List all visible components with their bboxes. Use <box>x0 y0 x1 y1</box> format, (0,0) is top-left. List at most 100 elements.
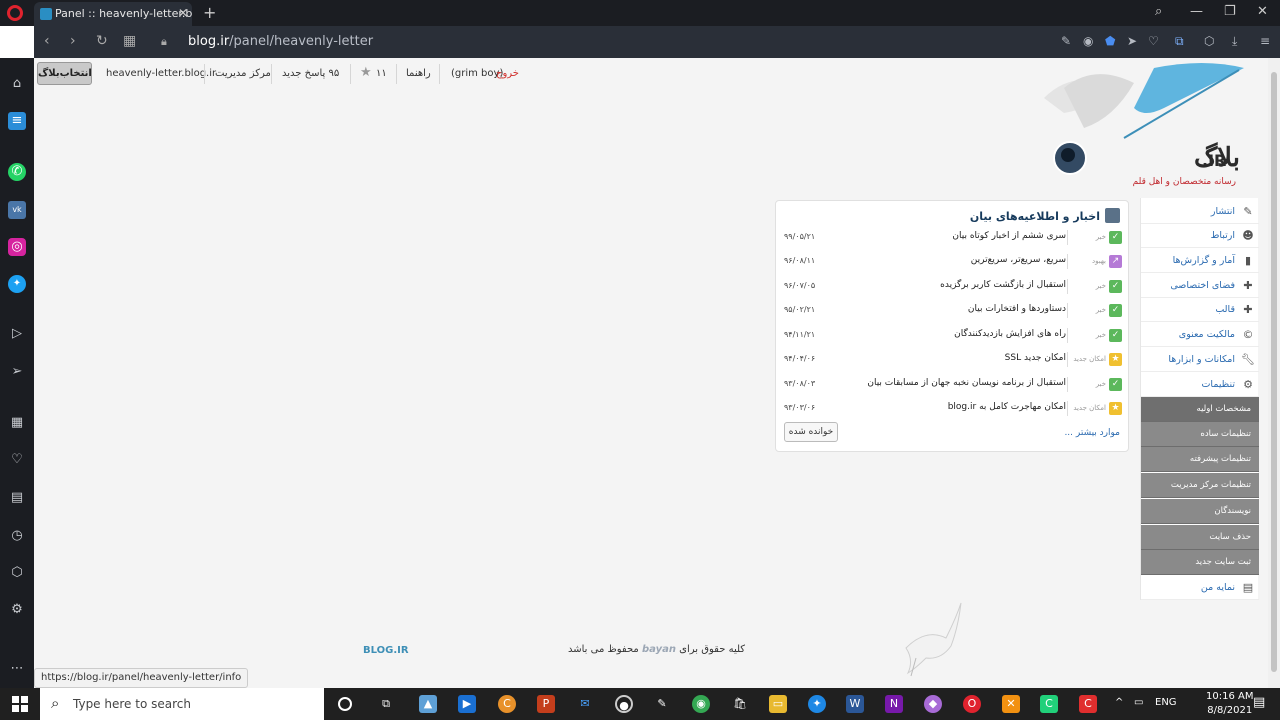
chrome-icon[interactable]: ◉ <box>692 695 710 713</box>
mark-read-button[interactable]: خوانده شده <box>784 422 838 442</box>
history-icon[interactable]: ◷ <box>8 527 26 545</box>
more-news-link[interactable]: موارد بیشتر ... <box>1064 428 1120 438</box>
network-icon[interactable]: ▭ <box>1134 697 1143 708</box>
submenu-basic-info[interactable]: مشخصات اولیه <box>1141 397 1259 422</box>
home-icon[interactable]: ⌂ <box>8 75 26 93</box>
explorer-icon[interactable]: ▭ <box>769 695 787 713</box>
opera-taskbar-icon[interactable]: O <box>963 695 981 713</box>
task-view-icon[interactable]: ⧉ <box>377 695 395 713</box>
app-c-icon[interactable]: C <box>498 695 516 713</box>
media-icon[interactable]: ● <box>615 695 633 713</box>
submenu-admin-settings[interactable]: تنظیمات مرکز مدیریت <box>1141 473 1259 498</box>
scroll-thumb[interactable] <box>1271 72 1277 672</box>
whatsapp-icon[interactable]: ✆ <box>8 163 26 181</box>
download-icon[interactable]: ⤓ <box>1232 34 1237 49</box>
favorites-icon[interactable]: ♡ <box>8 451 26 469</box>
footer-blog-logo[interactable]: BLOG.IR <box>363 645 409 656</box>
page-scrollbar[interactable] <box>1268 58 1280 688</box>
news-item-title[interactable]: امکان جدید SSL <box>1005 353 1066 363</box>
blog-logo[interactable]: بلاگ .IR رسانه متخصصان و اهل قلم <box>1004 58 1264 198</box>
submenu-register-site[interactable]: ثبت سایت جدید <box>1141 550 1259 575</box>
news-row[interactable]: ✓ خبر سری ششم از اخبار کوتاه بیان ۹۹/۰۵/… <box>776 227 1130 251</box>
taskbar-search[interactable]: ⌕ Type here to search <box>40 688 324 720</box>
menu-item-template[interactable]: ✚ قالب <box>1141 298 1259 322</box>
news-row[interactable]: ✓ خبر استقبال از برنامه نویسان نخبه جهان… <box>776 374 1130 398</box>
news-item-title[interactable]: استقبال از بازگشت کاربر برگزیده <box>940 280 1066 290</box>
shield-icon[interactable]: ⬟ <box>1105 34 1115 48</box>
cortana-icon[interactable] <box>338 697 352 711</box>
translate-icon[interactable]: ⧉ <box>1175 34 1184 49</box>
url-field[interactable]: blog.ir/panel/heavenly-letter <box>188 34 373 49</box>
submenu-authors[interactable]: نویسندگان <box>1141 499 1259 524</box>
pen-app-icon[interactable]: ✎ <box>653 695 671 713</box>
menu-item-copyright[interactable]: © مالکیت معنوی <box>1141 323 1259 347</box>
menu-item-settings[interactable]: ⚙ تنظیمات <box>1141 373 1259 397</box>
news-row[interactable]: ↗ بهبود سریع، سریع‌تر، سریع‌ترین ۹۶/۰۸/۱… <box>776 251 1130 275</box>
tiles-sidebar-icon[interactable]: ▦ <box>8 414 26 432</box>
menu-item-space[interactable]: ✚ فضای اختصاصی <box>1141 274 1259 298</box>
news-icon[interactable]: ▤ <box>8 489 26 507</box>
submenu-delete-site[interactable]: حذف سایت <box>1141 525 1259 550</box>
system-clock[interactable]: 10:16 AM 8/8/2021 <box>1206 690 1253 718</box>
opera-logo-icon[interactable] <box>7 5 23 21</box>
app-red-icon[interactable]: C <box>1079 695 1097 713</box>
store-icon[interactable]: 🛍︎ <box>731 695 749 713</box>
news-row[interactable]: ★ امکان جدید امکان جدید SSL ۹۴/۰۴/۰۶ <box>776 349 1130 373</box>
windows-start-icon[interactable] <box>12 696 28 712</box>
send-icon[interactable]: ➤ <box>1127 34 1137 48</box>
star-icon[interactable]: ★ <box>360 65 372 80</box>
powerpoint-icon[interactable]: P <box>537 695 555 713</box>
menu-item-contact[interactable]: ☻ ارتباط <box>1141 224 1259 248</box>
media-player-icon[interactable]: ▶ <box>458 695 476 713</box>
close-tab-icon[interactable]: ✕ <box>178 6 188 20</box>
maximize-button[interactable]: ❐ <box>1224 4 1236 19</box>
onenote-icon[interactable]: N <box>885 695 903 713</box>
menu-item-publish[interactable]: ✎ انتشار <box>1141 200 1259 224</box>
settings-icon[interactable]: ⚙ <box>8 601 26 619</box>
news-item-title[interactable]: استقبال از برنامه نویسان نخبه جهان از مس… <box>867 378 1066 388</box>
menu-icon[interactable]: ≡ <box>1260 34 1270 48</box>
bayan-logo[interactable]: bayan <box>642 644 676 655</box>
submenu-advanced-settings[interactable]: تنظیمات پیشرفته <box>1141 447 1259 472</box>
help-link[interactable]: راهنما <box>406 68 431 79</box>
edit-icon[interactable]: ✎ <box>1061 34 1071 48</box>
language-indicator[interactable]: ENG <box>1155 697 1177 708</box>
news-row[interactable]: ✓ خبر دستاوردها و افتخارات بیان ۹۵/۰۲/۲۱ <box>776 300 1130 324</box>
notifications-icon[interactable]: ▤ <box>1253 695 1265 710</box>
heart-icon[interactable]: ♡ <box>1148 34 1159 48</box>
submenu-simple-settings[interactable]: تنظیمات ساده <box>1141 422 1259 447</box>
paint-icon[interactable]: ◆ <box>924 695 942 713</box>
instagram-icon[interactable]: ◎ <box>8 238 26 256</box>
search-tabs-icon[interactable]: ⌕ <box>1155 4 1162 19</box>
bulb-icon[interactable]: ✦ <box>808 695 826 713</box>
news-row[interactable]: ★ امکان جدید امکان مهاجرت کامل به blog.i… <box>776 398 1130 422</box>
player-icon[interactable]: ▷ <box>8 325 26 343</box>
camera-icon[interactable]: ◉ <box>1083 34 1093 48</box>
blog-domain-link[interactable]: heavenly-letter.blog.ir <box>106 68 216 79</box>
close-window-button[interactable]: ✕ <box>1257 4 1268 19</box>
box-icon[interactable]: ⬡ <box>1204 34 1214 48</box>
news-row[interactable]: ✓ خبر استقبال از بازگشت کاربر برگزیده ۹۶… <box>776 276 1130 300</box>
notes-icon[interactable]: ≡ <box>8 112 26 130</box>
menu-item-stats[interactable]: ▮ آمار و گزارش‌ها <box>1141 249 1259 273</box>
news-item-title[interactable]: راه های افزایش بازدیدکنندگان <box>954 329 1066 339</box>
news-item-title[interactable]: سریع، سریع‌تر، سریع‌ترین <box>971 255 1066 265</box>
forward-button[interactable]: › <box>70 33 76 49</box>
menu-item-profile[interactable]: ▤ نمایه من <box>1141 576 1259 600</box>
news-item-title[interactable]: دستاوردها و افتخارات بیان <box>968 304 1066 314</box>
app-green-icon[interactable]: C <box>1040 695 1058 713</box>
news-item-title[interactable]: امکان مهاجرت کامل به blog.ir <box>948 402 1066 412</box>
back-button[interactable]: ‹ <box>44 33 50 49</box>
minimize-button[interactable]: — <box>1190 4 1203 19</box>
news-row[interactable]: ✓ خبر راه های افزایش بازدیدکنندگان ۹۴/۱۱… <box>776 325 1130 349</box>
logout-link[interactable]: خروج <box>496 68 519 79</box>
new-tab-button[interactable]: + <box>203 3 216 22</box>
news-item-title[interactable]: سری ششم از اخبار کوتاه بیان <box>952 231 1066 241</box>
app-icon[interactable]: ▲ <box>419 695 437 713</box>
tray-chevron-icon[interactable]: ^ <box>1115 697 1123 708</box>
new-replies-link[interactable]: ۹۵ پاسخ جدید <box>282 68 339 79</box>
select-blog-button[interactable]: انتخاب‌بلاگ <box>37 62 92 85</box>
tiles-icon[interactable]: ▦ <box>123 33 136 49</box>
tab-panel[interactable]: Panel :: heavenly-letter.blog.ir ✕ <box>34 2 192 26</box>
xampp-icon[interactable]: ✕ <box>1002 695 1020 713</box>
